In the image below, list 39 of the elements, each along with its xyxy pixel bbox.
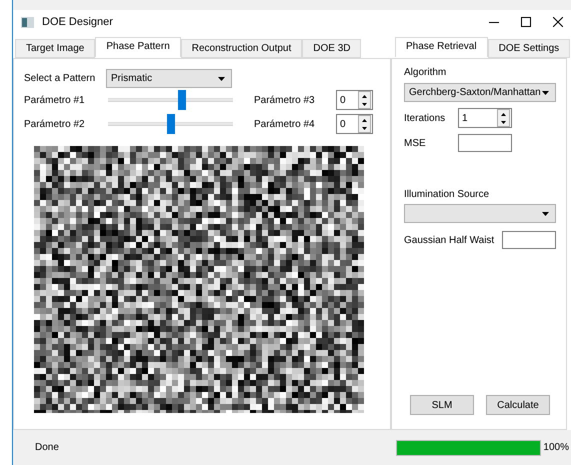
tab[interactable]: DOE 3D [302,39,362,58]
pattern-dropdown[interactable]: Prismatic [106,69,232,88]
iterations-field[interactable]: 1 [458,108,512,128]
tab[interactable]: Phase Retrieval [395,37,488,57]
illumination-label: Illumination Source [404,189,490,200]
status-text: Done [35,442,60,453]
number-field[interactable]: 0 [336,90,373,110]
parameter-label: Parámetro #4 [254,118,316,130]
tab[interactable]: Target Image [15,39,96,58]
maximize-icon[interactable] [521,17,531,27]
parameter-label: Parámetro #1 [24,94,86,106]
pattern-label: Select a Pattern [24,73,96,84]
slider-thumb[interactable] [166,114,174,134]
caret-icon [542,212,549,216]
mse-label: MSE [404,138,427,148]
close-icon[interactable] [553,17,563,27]
spin-arrows-icon[interactable] [358,115,371,133]
action-button[interactable]: Calculate [486,395,550,415]
mse-field[interactable] [458,134,512,152]
algorithm-label: Algorithm [404,67,448,78]
spin-arrows-icon[interactable] [358,91,371,109]
tab[interactable]: Reconstruction Output [180,39,302,58]
app-icon [21,16,34,28]
caret-icon [542,90,549,94]
gaussian-field[interactable] [502,231,556,249]
parameter-label: Parámetro #2 [24,118,86,130]
progress-reading: 100% [543,442,569,453]
parameter-label: Parámetro #3 [254,94,316,106]
iterations-label: Iterations [404,112,446,124]
gaussian-label: Gaussian Half Waist [404,234,496,246]
caret-icon [218,76,225,80]
spin-arrows-icon[interactable] [497,109,510,127]
number-field[interactable]: 0 [336,114,373,134]
tab[interactable]: DOE Settings [488,39,570,58]
action-button[interactable]: SLM [410,395,474,415]
algorithm-dropdown[interactable]: Gerchberg-Saxton/Manhattan [404,83,556,102]
slider-thumb[interactable] [178,90,186,110]
window-title: DOE Designer [42,16,114,28]
tab[interactable]: Phase Pattern [95,37,181,57]
